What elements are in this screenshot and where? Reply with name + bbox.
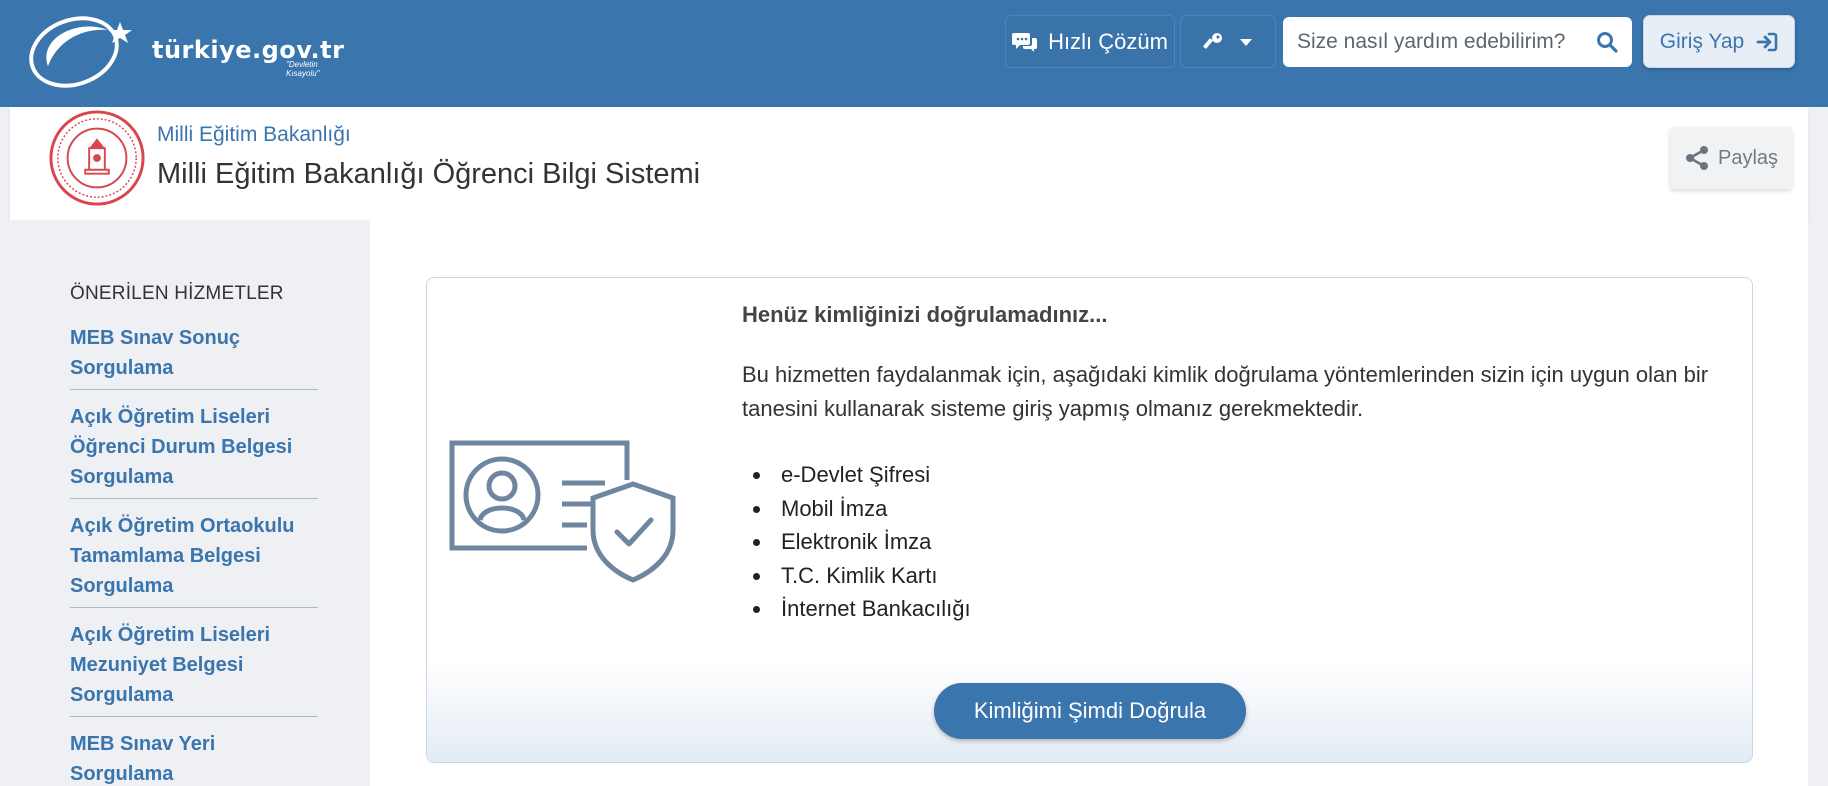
search-input[interactable] bbox=[1297, 30, 1596, 54]
recommended-services-list: MEB Sınav Sonuç Sorgulama Açık Öğretim L… bbox=[70, 323, 318, 786]
verification-heading: Henüz kimliğinizi doğrulamadınız... bbox=[742, 302, 1108, 327]
list-item: Elektronik İmza bbox=[773, 525, 971, 559]
list-item: Açık Öğretim Liseleri Mezuniyet Belgesi … bbox=[70, 620, 318, 717]
top-navigation-bar: türkiye.gov.tr "Devletin Kısayolu" Hızlı… bbox=[0, 0, 1828, 107]
caret-down-icon bbox=[1240, 38, 1252, 46]
sidebar-link[interactable]: Açık Öğretim Ortaokulu Tamamlama Belgesi… bbox=[70, 511, 318, 601]
service-header: Milli Eğitim Bakanlığı Milli Eğitim Baka… bbox=[10, 107, 1808, 220]
sidebar-link[interactable]: MEB Sınav Yeri Sorgulama bbox=[70, 729, 318, 786]
list-item: İnternet Bankacılığı bbox=[773, 592, 971, 626]
share-label: Paylaş bbox=[1717, 146, 1779, 169]
sidebar-title: ÖNERİLEN HİZMETLER bbox=[70, 283, 284, 304]
meb-seal-icon bbox=[49, 110, 145, 206]
sidebar-link[interactable]: Açık Öğretim Liseleri Öğrenci Durum Belg… bbox=[70, 402, 318, 492]
search-icon[interactable] bbox=[1596, 31, 1618, 53]
login-label: Giriş Yap bbox=[1659, 29, 1745, 53]
verification-description: Bu hizmetten faydalanmak için, aşağıdaki… bbox=[742, 362, 1709, 421]
list-item: T.C. Kimlik Kartı bbox=[773, 559, 971, 593]
list-item: MEB Sınav Sonuç Sorgulama bbox=[70, 323, 318, 390]
verify-identity-button[interactable]: Kimliğimi Şimdi Doğrula bbox=[934, 683, 1246, 739]
quick-solution-label: Hızlı Çözüm bbox=[1048, 28, 1168, 54]
sidebar: ÖNERİLEN HİZMETLER MEB Sınav Sonuç Sorgu… bbox=[10, 220, 370, 786]
login-button[interactable]: Giriş Yap bbox=[1643, 15, 1795, 68]
page-title: Milli Eğitim Bakanlığı Öğrenci Bilgi Sis… bbox=[157, 158, 701, 190]
share-icon bbox=[1685, 146, 1708, 170]
sign-in-icon bbox=[1756, 32, 1778, 51]
id-card-shield-icon bbox=[449, 440, 676, 583]
turkiye-gov-tr-logo[interactable]: türkiye.gov.tr "Devletin Kısayolu" bbox=[28, 8, 344, 88]
sidebar-link[interactable]: Açık Öğretim Liseleri Mezuniyet Belgesi … bbox=[70, 620, 318, 710]
list-item: MEB Sınav Yeri Sorgulama bbox=[70, 729, 318, 786]
quick-solution-button[interactable]: Hızlı Çözüm bbox=[1005, 15, 1175, 68]
sidebar-link[interactable]: MEB Sınav Sonuç Sorgulama bbox=[70, 323, 318, 383]
identity-verification-card: Henüz kimliğinizi doğrulamadınız... Bu h… bbox=[426, 277, 1753, 763]
logo-tagline: "Devletin Kısayolu" bbox=[286, 60, 320, 78]
main-content: Henüz kimliğinizi doğrulamadınız... Bu h… bbox=[370, 220, 1808, 786]
chat-bubbles-icon bbox=[1012, 32, 1038, 52]
search-box bbox=[1283, 17, 1632, 67]
key-menu-button[interactable] bbox=[1180, 15, 1276, 68]
list-item: Mobil İmza bbox=[773, 492, 971, 526]
organization-name[interactable]: Milli Eğitim Bakanlığı bbox=[157, 123, 351, 147]
list-item: Açık Öğretim Ortaokulu Tamamlama Belgesi… bbox=[70, 511, 318, 608]
crescent-star-logo-icon bbox=[29, 16, 132, 88]
share-button[interactable]: Paylaş bbox=[1670, 127, 1792, 189]
list-item: Açık Öğretim Liseleri Öğrenci Durum Belg… bbox=[70, 402, 318, 499]
key-icon bbox=[1203, 32, 1222, 49]
verification-methods-list: e-Devlet Şifresi Mobil İmza Elektronik İ… bbox=[773, 458, 971, 626]
list-item: e-Devlet Şifresi bbox=[773, 458, 971, 492]
